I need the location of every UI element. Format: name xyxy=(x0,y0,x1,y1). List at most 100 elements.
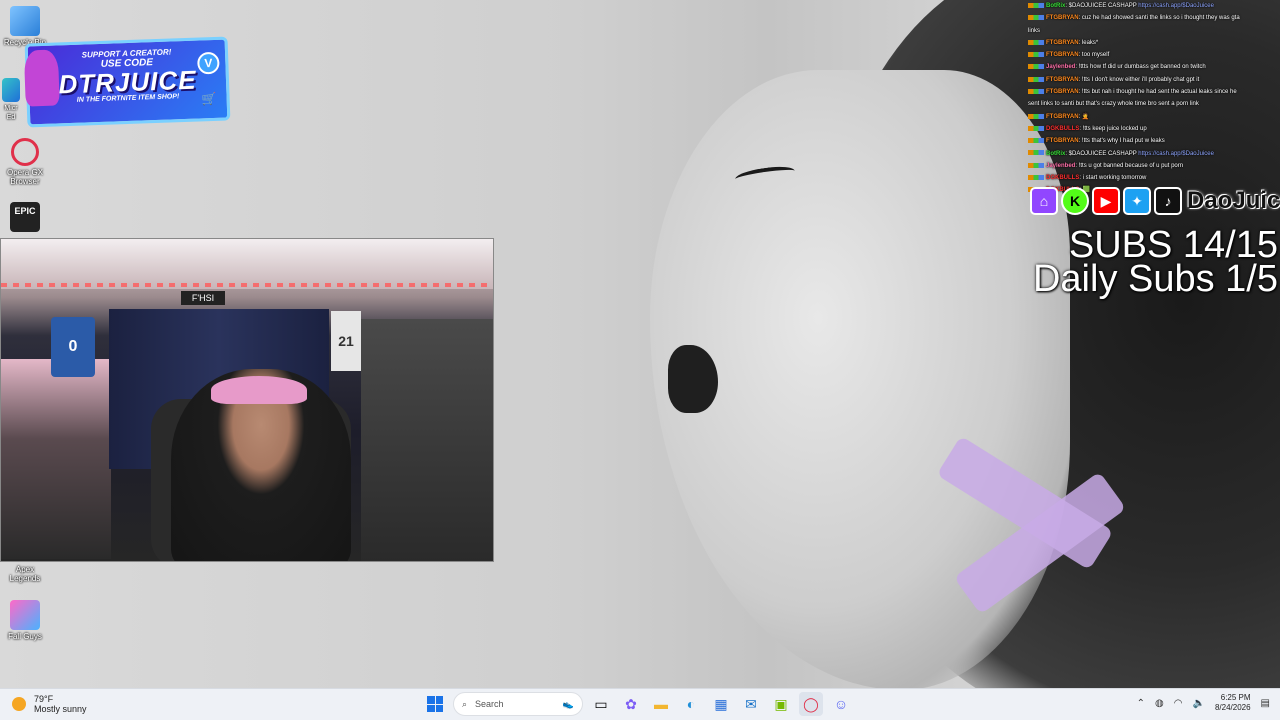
wall-sign: F'HSI xyxy=(181,291,225,305)
subs-counter: SUBS 14/15 xyxy=(1068,224,1278,266)
chat-username: FTGBRYAN xyxy=(1046,52,1079,59)
nvidia-icon[interactable]: ▣ xyxy=(769,692,793,716)
chat-badges-icon xyxy=(1028,39,1044,45)
chat-username: FTGBRYAN xyxy=(1046,15,1079,22)
chat-message: FTGBRYAN: !tts I don't know either i'll … xyxy=(1028,74,1280,86)
taskbar-search[interactable]: ⌕ Search 👟 xyxy=(453,692,583,716)
chat-message: links xyxy=(1028,25,1280,37)
daily-subs-counter: Daily Subs 1/5 xyxy=(1032,258,1278,300)
volume-icon[interactable]: 🔈 xyxy=(1193,698,1205,709)
chat-link[interactable]: https://cash.app/$DaoJuicee xyxy=(1138,151,1214,157)
chat-username: FTGBRYAN xyxy=(1046,39,1079,46)
twitter-icon: ✦ xyxy=(1123,187,1151,215)
copilot-icon[interactable]: ✿ xyxy=(619,692,643,716)
discord-icon[interactable]: ☺ xyxy=(829,692,853,716)
chat-text: : !tts keep juice locked up xyxy=(1079,125,1147,132)
chat-badges-icon xyxy=(1028,125,1044,131)
wifi-icon[interactable]: ◠ xyxy=(1174,698,1183,709)
llama-icon xyxy=(23,49,60,107)
chat-username: BotRix xyxy=(1046,150,1066,157)
chat-text: : cuz he had showed santi the links so i… xyxy=(1078,15,1240,22)
start-button[interactable] xyxy=(423,692,447,716)
support-creator-banner: SUPPORT A CREATOR! USE CODE DTRJUICE IN … xyxy=(23,36,231,128)
chat-text: : !tts I don't know either i'll probably… xyxy=(1078,76,1200,83)
chat-text: : !tts but nah i thought he had sent the… xyxy=(1078,89,1237,96)
social-handle: DaoJuice xyxy=(1187,187,1280,214)
chat-message: Jaylenbed: !ttts how tf did ur dumbass g… xyxy=(1028,61,1280,73)
chat-text: : !ttts how tf did ur dumbass get banned… xyxy=(1075,64,1206,71)
sub-goals: SUBS 14/15 Daily Subs 1/5 xyxy=(1032,224,1278,300)
chat-text: : too myself xyxy=(1078,52,1110,59)
led-lights xyxy=(1,283,493,287)
chat-badges-icon xyxy=(1028,76,1044,82)
chat-message: FTGBRYAN: !tts that's why I had put w le… xyxy=(1028,135,1280,147)
chat-message: FTGBRYAN: !tts but nah i thought he had … xyxy=(1028,86,1280,98)
bandana xyxy=(211,376,307,404)
opera-gx-icon[interactable]: ◯ xyxy=(799,692,823,716)
chat-message: Jaylenbed: !tts u got banned because of … xyxy=(1028,160,1280,172)
store-icon[interactable]: ▦ xyxy=(709,692,733,716)
clock[interactable]: 6:25 PM 8/24/2026 xyxy=(1215,693,1251,713)
chat-username: FTGBRYAN xyxy=(1046,113,1079,120)
task-view-icon[interactable]: ▭ xyxy=(589,692,613,716)
network-icon[interactable]: ◍ xyxy=(1155,698,1164,709)
search-placeholder: Search xyxy=(475,699,504,709)
chat-text: : $DAOJUICEE CASHAPP xyxy=(1065,3,1139,9)
chat-text: : 🤦 xyxy=(1078,113,1090,120)
chat-link[interactable]: https://cash.app/$DaoJuicee xyxy=(1138,3,1214,9)
chat-username: DGKBULLS xyxy=(1046,125,1080,132)
chat-message: DGKBULLS: !tts keep juice locked up xyxy=(1028,123,1280,135)
chat-badges-icon xyxy=(1028,15,1044,21)
chat-message: BotRix: $DAOJUICEE CASHAPP https://cash.… xyxy=(1028,0,1280,12)
jersey: 0 xyxy=(51,317,95,377)
recycle-bin-icon xyxy=(10,6,40,36)
notification-icon[interactable]: ▤ xyxy=(1261,698,1270,709)
chat-badges-icon xyxy=(1028,64,1044,70)
desktop-icon-recycle-bin[interactable]: Recycle Bin xyxy=(0,6,50,47)
chat-badges-icon xyxy=(1028,113,1044,119)
social-links: ⌂ K ▶ ✦ ♪ DaoJuice xyxy=(1030,187,1280,215)
chat-message: BotRix: $DAOJUICEE CASHAPP https://cash.… xyxy=(1028,148,1280,160)
epic-games-icon: EPIC xyxy=(10,202,40,232)
weather-widget[interactable]: 79°F Mostly sunny xyxy=(12,694,87,714)
chat-text: : i start working tomorrow xyxy=(1079,175,1147,182)
outlook-icon[interactable]: ✉ xyxy=(739,692,763,716)
chevron-up-icon[interactable]: ⌃ xyxy=(1137,698,1145,709)
edge-icon xyxy=(2,78,20,102)
webcam-feed: F'HSI 0 21 xyxy=(0,238,494,562)
chat-badges-icon xyxy=(1028,2,1044,8)
chat-message: FTGBRYAN: too myself xyxy=(1028,49,1280,61)
chat-text: links xyxy=(1028,27,1041,34)
desktop-icon-opera-gx[interactable]: Opera GX Browser xyxy=(0,138,50,186)
chat-text: : leaks* xyxy=(1078,39,1099,46)
desktop-icon-epic-games[interactable]: EPIC xyxy=(0,202,50,232)
jersey: 21 xyxy=(331,311,361,371)
youtube-icon: ▶ xyxy=(1092,187,1120,215)
file-explorer-icon[interactable]: ▬ xyxy=(649,692,673,716)
weather-desc: Mostly sunny xyxy=(34,704,87,714)
chat-badges-icon xyxy=(1028,150,1044,156)
taskbar: 79°F Mostly sunny ⌕ Search 👟 ▭ ✿ ▬ ◐ ▦ ✉… xyxy=(0,688,1280,720)
desktop-icon-fall-guys[interactable]: Fall Guys xyxy=(0,600,50,641)
chat-message: FTGBRYAN: leaks* xyxy=(1028,37,1280,49)
desktop-icon-microsoft-edge[interactable]: Micr Ed xyxy=(0,78,22,122)
chat-username: FTGBRYAN xyxy=(1046,138,1079,145)
chat-badges-icon xyxy=(1028,162,1044,168)
chat-username: BotRix xyxy=(1046,3,1066,9)
sun-icon xyxy=(12,697,26,711)
taskbar-apps: ⌕ Search 👟 ▭ ✿ ▬ ◐ ▦ ✉ ▣ ◯ ☺ xyxy=(423,692,853,716)
fall-guys-icon xyxy=(10,600,40,630)
chat-username: FTGBRYAN xyxy=(1046,76,1079,83)
chat-badges-icon xyxy=(1028,52,1044,58)
desktop-icon-apex-legends[interactable]: Apex Legends xyxy=(0,563,50,583)
twitch-icon: ⌂ xyxy=(1030,187,1058,215)
edge-icon[interactable]: ◐ xyxy=(679,692,703,716)
opera-gx-icon xyxy=(11,138,39,166)
chat-text: : !tts that's why I had put w leaks xyxy=(1078,138,1165,145)
chat-text: sent links to santi but that's crazy who… xyxy=(1028,101,1199,108)
chat-username: Jaylenbed xyxy=(1046,162,1076,169)
search-highlight-icon: 👟 xyxy=(562,698,574,709)
chat-badges-icon xyxy=(1028,89,1044,94)
kick-icon: K xyxy=(1061,187,1089,215)
chat-text: : !tts u got banned because of u put por… xyxy=(1075,162,1184,169)
